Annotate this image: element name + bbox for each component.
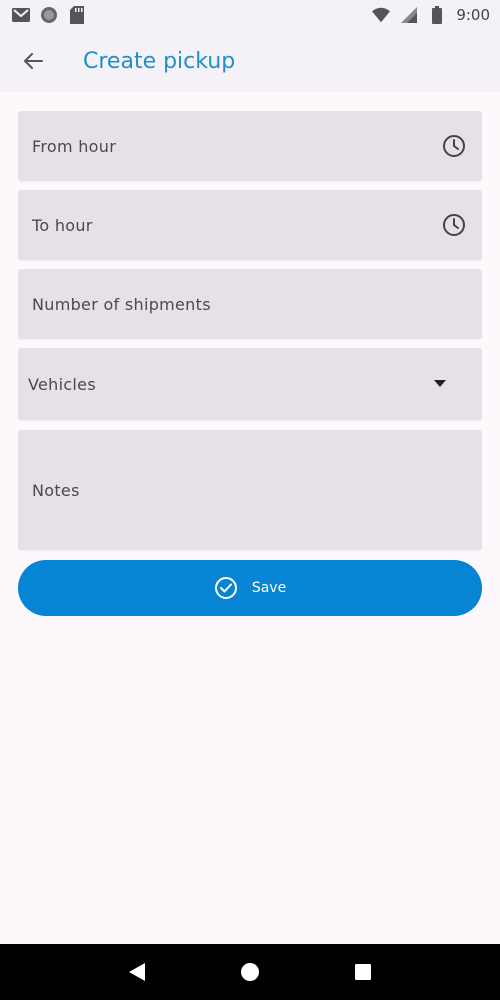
page-title: Create pickup — [83, 48, 236, 74]
sd-card-icon — [68, 6, 86, 24]
to-hour-field[interactable]: To hour — [18, 190, 482, 260]
status-time: 9:00 — [456, 6, 490, 24]
check-circle-icon — [214, 576, 238, 600]
save-label: Save — [251, 580, 287, 596]
status-bar: 9:00 — [0, 0, 500, 30]
from-hour-field[interactable]: From hour — [18, 111, 482, 181]
home-circle-icon[interactable] — [235, 957, 265, 987]
battery-icon — [428, 6, 446, 24]
back-button[interactable] — [18, 46, 48, 76]
back-triangle-icon[interactable] — [122, 957, 152, 987]
wifi-icon — [372, 6, 391, 24]
system-nav-bar — [0, 944, 500, 1000]
clock-icon[interactable] — [440, 132, 468, 160]
number-of-shipments-field[interactable]: Number of shipments — [18, 269, 482, 339]
gmail-icon — [12, 6, 30, 24]
save-button[interactable]: Save — [18, 560, 482, 616]
app-bar: Create pickup — [0, 30, 500, 92]
status-left — [12, 6, 86, 24]
cellular-signal-icon — [400, 6, 418, 24]
vehicles-label: Vehicles — [28, 374, 96, 394]
vehicles-dropdown[interactable]: Vehicles — [18, 348, 482, 420]
number-of-shipments-label: Number of shipments — [32, 294, 211, 314]
notes-label: Notes — [32, 480, 80, 500]
to-hour-label: To hour — [32, 215, 93, 235]
recents-square-icon[interactable] — [348, 957, 378, 987]
circle-app-icon — [40, 6, 58, 24]
clock-icon[interactable] — [440, 211, 468, 239]
arrow-back-icon — [23, 52, 43, 70]
dropdown-arrow-icon — [426, 370, 454, 398]
status-right: 9:00 — [372, 6, 490, 24]
notes-field[interactable]: Notes — [18, 430, 482, 550]
from-hour-label: From hour — [32, 136, 117, 156]
